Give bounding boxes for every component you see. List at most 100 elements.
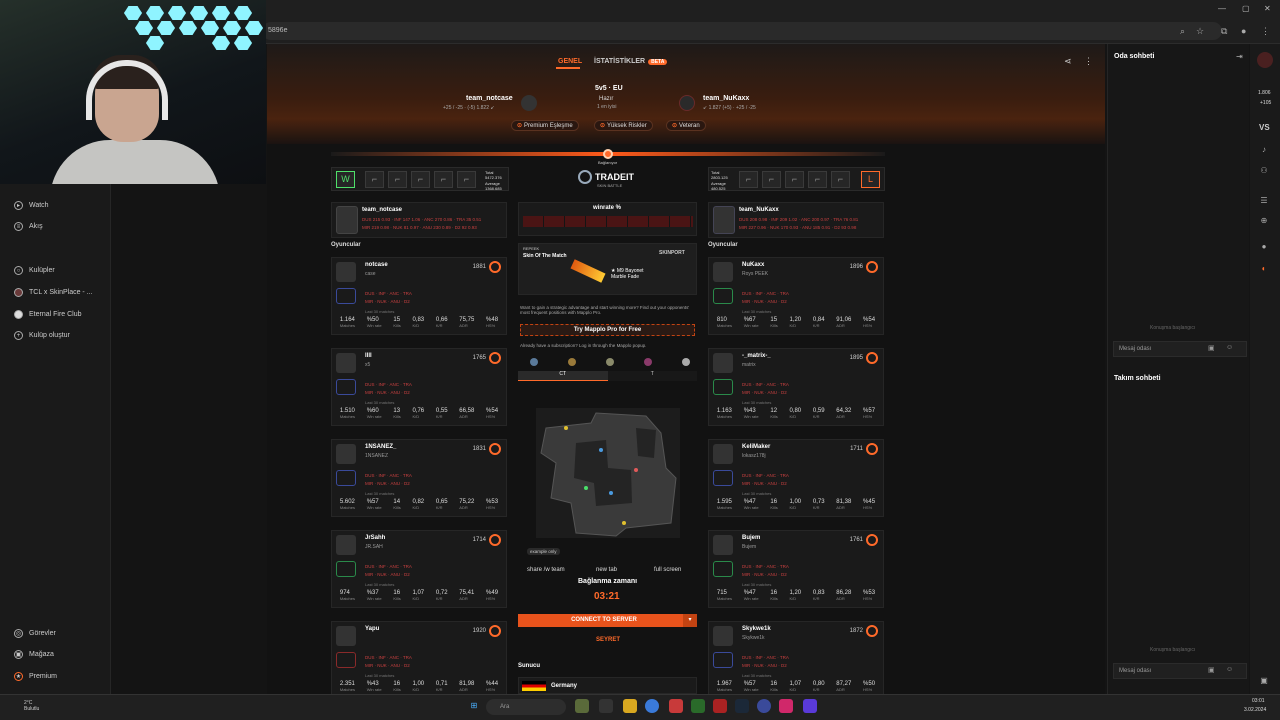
player-name[interactable]: Yapu bbox=[365, 626, 379, 632]
collapse-chat-icon[interactable]: ⇥ bbox=[1236, 52, 1243, 61]
emoji-icon[interactable]: ☺ bbox=[1226, 666, 1233, 673]
add-friend-icon[interactable]: ⊕ bbox=[1258, 216, 1270, 228]
steam-icon[interactable] bbox=[735, 699, 749, 713]
file-explorer-icon[interactable] bbox=[623, 699, 637, 713]
filter-icon[interactable] bbox=[530, 358, 538, 366]
sidebar-item-club-tcl[interactable]: TCL x SkinPlace - ... bbox=[14, 286, 93, 298]
tab-statistics[interactable]: İSTATİSTİKLER BETA bbox=[594, 58, 668, 65]
sidebar-item-shop[interactable]: ▣ Mağaza bbox=[14, 648, 54, 660]
stat-label: HS% bbox=[486, 596, 496, 601]
skin-of-match-panel[interactable]: REPEEK Skin Of The Match SKINPORT ★ M9 B… bbox=[518, 243, 697, 295]
stat-value: %45 HS% bbox=[863, 499, 876, 510]
bookmark-star-icon[interactable]: ☆ bbox=[1196, 26, 1204, 37]
share-team-button[interactable]: share /w team bbox=[527, 567, 565, 573]
filter-icon[interactable] bbox=[568, 358, 576, 366]
close-window-icon[interactable]: ✕ bbox=[1264, 4, 1271, 13]
party-icon[interactable]: ☰ bbox=[1258, 196, 1270, 208]
stat-label: HS% bbox=[486, 505, 496, 510]
full-screen-button[interactable]: full screen bbox=[654, 567, 681, 573]
taskbar-search[interactable]: Ara bbox=[486, 699, 566, 715]
player-card[interactable]: 1NSANEZ_ 1NSANEZ 1831 DUS · INF · ANC · TRA… bbox=[331, 439, 507, 517]
gif-icon[interactable]: ▣ bbox=[1208, 344, 1215, 352]
maximize-icon[interactable]: ▢ bbox=[1242, 4, 1250, 13]
sidebar-item-watch[interactable]: ▸ Watch bbox=[14, 199, 49, 211]
player-name[interactable]: Bujem bbox=[742, 535, 760, 541]
bottom-chat-icon[interactable]: ▣ bbox=[1258, 676, 1270, 688]
sidebar-item-missions[interactable]: ◎ Görevler bbox=[14, 627, 56, 639]
new-tab-button[interactable]: new tab bbox=[596, 567, 617, 573]
last-matches-label: Last 30 matches bbox=[742, 582, 772, 587]
team-a-name[interactable]: team_notcase bbox=[466, 95, 513, 102]
player-avatar bbox=[336, 262, 356, 282]
watch-button[interactable]: SEYRET bbox=[596, 637, 620, 643]
player-avatar bbox=[713, 535, 733, 555]
start-menu-icon[interactable]: ⊞ bbox=[467, 699, 481, 713]
stat-label: K/D bbox=[412, 323, 420, 328]
player-name[interactable]: notcase bbox=[365, 262, 388, 268]
side-ct-tab[interactable]: CT bbox=[518, 371, 608, 381]
player-card[interactable]: Bujem Bujem 1761 DUS · INF · ANC · TRA MIR ·… bbox=[708, 530, 884, 608]
player-name[interactable]: llll bbox=[365, 353, 372, 359]
app-icon[interactable] bbox=[669, 699, 683, 713]
player-card[interactable]: JrSahh JR.SAH 1714 DUS · INF · ANC · TRA MIR… bbox=[331, 530, 507, 608]
connect-to-server-button[interactable]: CONNECT TO SERVER bbox=[518, 614, 690, 627]
team-b-name[interactable]: team_NuKaxx bbox=[703, 95, 749, 102]
app-icon[interactable] bbox=[757, 699, 771, 713]
player-name[interactable]: KeliMaker bbox=[742, 444, 770, 450]
side-t-tab[interactable]: T bbox=[607, 371, 697, 381]
connect-dropdown-icon[interactable]: ▾ bbox=[683, 614, 697, 627]
app-icon[interactable] bbox=[599, 699, 613, 713]
player-name[interactable]: JrSahh bbox=[365, 535, 385, 541]
player-name[interactable]: 1NSANEZ_ bbox=[365, 444, 396, 450]
stat-label: Kills bbox=[770, 505, 778, 510]
player-card[interactable]: llll x5 1765 DUS · INF · ANC · TRA MIR · NUK… bbox=[331, 348, 507, 426]
app-icon[interactable] bbox=[575, 699, 589, 713]
more-options-icon[interactable]: ⋮ bbox=[1084, 56, 1093, 67]
notification-bell-icon[interactable]: ♪ bbox=[1258, 145, 1270, 157]
friends-icon[interactable]: ⚇ bbox=[1258, 166, 1270, 178]
chrome-icon[interactable] bbox=[645, 699, 659, 713]
search-icon[interactable]: ⌕ bbox=[1180, 26, 1185, 37]
filter-icon[interactable] bbox=[682, 358, 690, 366]
weather-widget[interactable]: 2°C Bulutlu bbox=[24, 700, 39, 712]
player-card[interactable]: Skykwe1k Skykwe1k 1872 DUS · INF · ANC · TR… bbox=[708, 621, 884, 699]
address-bar[interactable]: 5896e bbox=[262, 22, 1222, 40]
sponsor-logo[interactable]: TRADEIT bbox=[578, 170, 634, 184]
tab-general[interactable]: GENEL bbox=[558, 58, 582, 65]
sidebar-item-feed[interactable]: ≡ Akış bbox=[14, 220, 43, 232]
app-icon[interactable] bbox=[779, 699, 793, 713]
right-icon-bar bbox=[1250, 44, 1280, 694]
versus-icon[interactable]: VS bbox=[1259, 123, 1270, 132]
share-icon[interactable]: ⋖ bbox=[1064, 56, 1072, 67]
player-name[interactable]: Skykwe1k bbox=[742, 626, 771, 632]
player-card[interactable]: NuKaxx Roys PEEK 1896 DUS · INF · ANC · TRA… bbox=[708, 257, 884, 335]
player-name[interactable]: NuKaxx bbox=[742, 262, 764, 268]
extensions-icon[interactable]: ⧉ bbox=[1221, 26, 1227, 37]
browser-menu-icon[interactable]: ⋮ bbox=[1261, 26, 1270, 37]
user-avatar[interactable] bbox=[1257, 52, 1273, 68]
player-card[interactable]: -_matrix-_ matrix 1895 DUS · INF · ANC · TR… bbox=[708, 348, 884, 426]
player-name[interactable]: -_matrix-_ bbox=[742, 353, 771, 359]
heatmap-minimap[interactable] bbox=[536, 408, 680, 538]
profile-icon[interactable]: ● bbox=[1241, 26, 1246, 36]
sidebar-item-premium[interactable]: ★ Premium bbox=[14, 670, 57, 682]
sidebar-item-create-club[interactable]: + Kulüp oluştur bbox=[14, 329, 70, 341]
support-icon[interactable]: ◐ bbox=[1258, 264, 1270, 276]
try-mapplo-button[interactable]: Try Mapplo Pro for Free bbox=[520, 324, 695, 336]
app-icon[interactable] bbox=[691, 699, 705, 713]
player-card[interactable]: KeliMaker lokasz178j 1711 DUS · INF · ANC ·… bbox=[708, 439, 884, 517]
player-card[interactable]: notcase case 1881 DUS · INF · ANC · TRA MIR … bbox=[331, 257, 507, 335]
emoji-icon[interactable]: ☺ bbox=[1226, 344, 1233, 351]
minimize-icon[interactable]: — bbox=[1218, 4, 1226, 13]
app-icon[interactable] bbox=[713, 699, 727, 713]
team-avatar-icon[interactable]: ● bbox=[1258, 242, 1270, 254]
gif-icon[interactable]: ▣ bbox=[1208, 666, 1215, 674]
app-icon[interactable] bbox=[803, 699, 817, 713]
player-card[interactable]: Yapu 1920 DUS · INF · ANC · TRA MIR · NUK ·… bbox=[331, 621, 507, 699]
sidebar-item-club-eternal-fire[interactable]: Eternal Fire Club bbox=[14, 308, 82, 320]
last-matches-label: Last 30 matches bbox=[742, 309, 772, 314]
filter-icon[interactable] bbox=[644, 358, 652, 366]
skill-level-icon bbox=[489, 443, 501, 455]
filter-icon[interactable] bbox=[606, 358, 614, 366]
sidebar-item-clubs[interactable]: ○ Kulüpler bbox=[14, 264, 55, 276]
